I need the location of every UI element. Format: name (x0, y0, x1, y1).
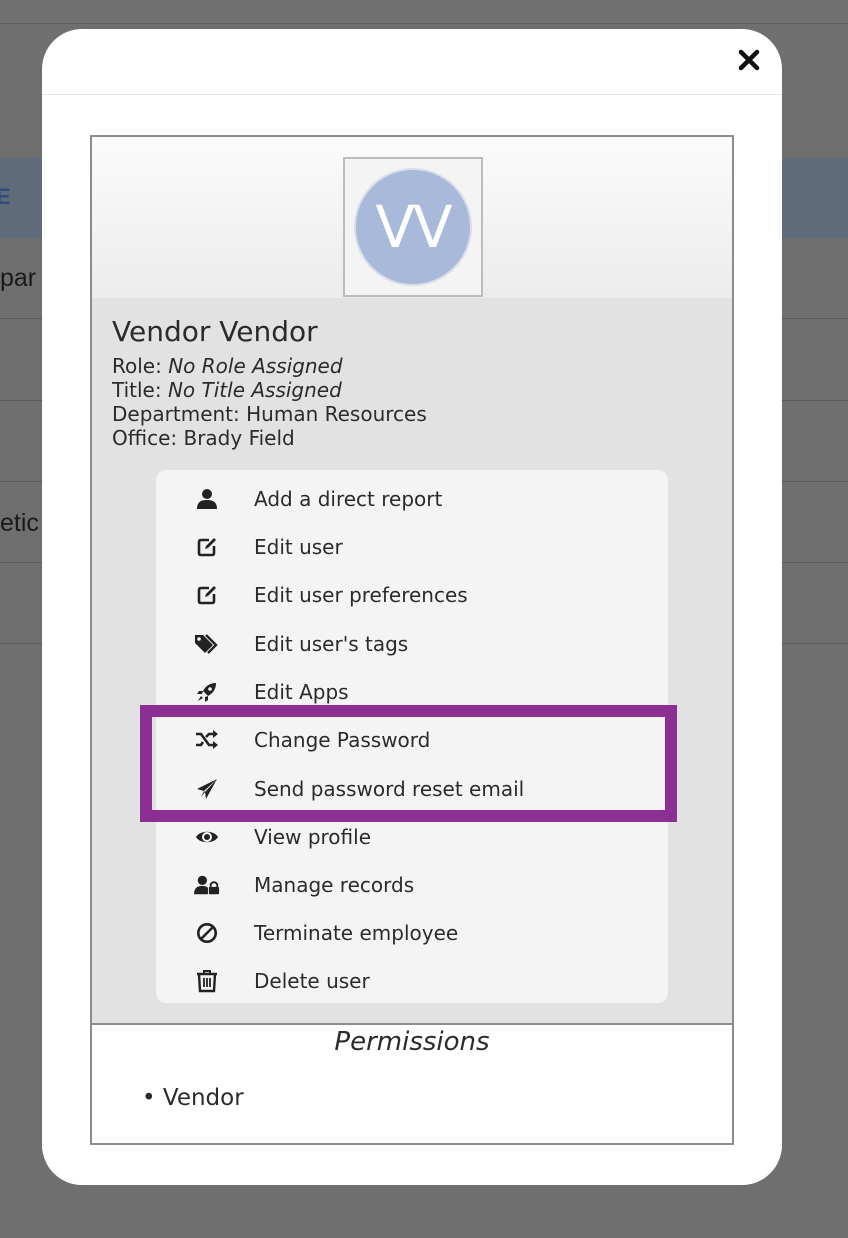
menu-item-label: Edit user preferences (254, 583, 468, 607)
menu-item-label: Edit Apps (254, 680, 349, 704)
shuffle-icon (194, 727, 220, 753)
avatar: VV (354, 168, 472, 286)
menu-item-edit-apps[interactable]: Edit Apps (156, 670, 668, 714)
menu-item-label: View profile (254, 825, 371, 849)
paper-plane-icon (194, 776, 220, 802)
menu-item-change-password[interactable]: Change Password (156, 718, 668, 762)
menu-item-label: Delete user (254, 969, 370, 993)
eye-icon (194, 824, 220, 850)
menu-item-label: Terminate employee (254, 921, 459, 945)
user-actions-menu: Add a direct report Edit user Edit user … (156, 470, 668, 1003)
background-top-bar (0, 0, 848, 24)
background-row-text: par (0, 264, 37, 292)
title-value: No Title Assigned (167, 378, 342, 402)
office-label: Office: (112, 426, 178, 450)
avatar-frame: VV (343, 157, 483, 297)
menu-item-delete-user[interactable]: Delete user (156, 959, 668, 1003)
role-value: No Role Assigned (168, 354, 343, 378)
edit-icon (194, 582, 220, 608)
department-label: Department: (112, 402, 240, 426)
menu-item-label: Change Password (254, 728, 431, 752)
menu-item-add-direct-report[interactable]: Add a direct report (156, 477, 668, 521)
user-icon (194, 486, 220, 512)
menu-item-edit-users-tags[interactable]: Edit user's tags (156, 622, 668, 666)
title-line: Title: No Title Assigned (112, 378, 342, 402)
user-card: VV Vendor Vendor Role: No Role Assigned … (90, 135, 734, 1145)
tags-icon (194, 631, 220, 657)
office-line: Office: Brady Field (112, 426, 295, 450)
avatar-section: VV (92, 137, 732, 298)
close-button[interactable] (734, 45, 764, 75)
user-name: Vendor Vendor (112, 315, 318, 348)
user-lock-icon (194, 872, 220, 898)
menu-item-view-profile[interactable]: View profile (156, 815, 668, 859)
menu-item-edit-user-preferences[interactable]: Edit user preferences (156, 573, 668, 617)
role-line: Role: No Role Assigned (112, 354, 343, 378)
user-info-section: Vendor Vendor Role: No Role Assigned Tit… (92, 298, 732, 1023)
background-header-text: E (0, 184, 11, 209)
menu-item-manage-records[interactable]: Manage records (156, 863, 668, 907)
menu-item-label: Add a direct report (254, 487, 443, 511)
menu-item-label: Edit user (254, 535, 343, 559)
ban-icon (194, 920, 220, 946)
permissions-title: Permissions (334, 1027, 490, 1057)
menu-item-label: Manage records (254, 873, 415, 897)
menu-item-terminate-employee[interactable]: Terminate employee (156, 911, 668, 955)
rocket-icon (194, 679, 220, 705)
permissions-section: Permissions • Vendor (92, 1023, 732, 1143)
trash-icon (194, 968, 220, 994)
department-line: Department: Human Resources (112, 402, 427, 426)
menu-item-label: Send password reset email (254, 777, 525, 801)
modal-header (42, 29, 782, 95)
menu-item-edit-user[interactable]: Edit user (156, 525, 668, 569)
user-modal: VV Vendor Vendor Role: No Role Assigned … (42, 29, 782, 1185)
menu-item-label: Edit user's tags (254, 632, 409, 656)
close-icon (738, 49, 760, 71)
permission-item: • Vendor (142, 1085, 244, 1111)
office-value: Brady Field (183, 426, 295, 450)
menu-item-send-password-reset-email[interactable]: Send password reset email (156, 767, 668, 811)
role-label: Role: (112, 354, 162, 378)
department-value: Human Resources (246, 402, 427, 426)
title-label: Title: (112, 378, 162, 402)
background-row-text: etic (0, 509, 39, 537)
edit-icon (194, 534, 220, 560)
